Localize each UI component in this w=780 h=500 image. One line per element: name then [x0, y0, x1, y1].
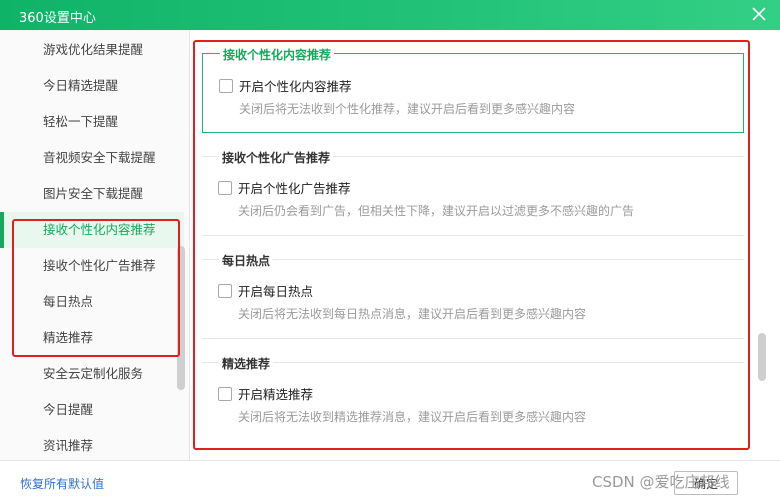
- sidebar-item-news[interactable]: 资讯推荐: [0, 428, 184, 464]
- settings-scrollbar[interactable]: [758, 333, 766, 381]
- section-daily-hot: 每日热点 开启每日热点 关闭后将无法收到每日热点消息，建议开启后看到更多感兴趣内…: [202, 252, 744, 339]
- checkbox-featured[interactable]: 开启精选推荐: [218, 384, 313, 403]
- section-description: 关闭后仍会看到广告，但相关性下降，建议开启以过滤更多不感兴趣的广告: [238, 204, 635, 218]
- checkbox-label[interactable]: 开启个性化广告推荐: [238, 178, 351, 197]
- settings-panel: 接收个性化内容推荐 开启个性化内容推荐 关闭后将无法收到个性化推荐，建议开启后看…: [196, 40, 750, 450]
- sidebar-item-featured[interactable]: 精选推荐: [0, 320, 184, 356]
- checkbox-box[interactable]: [219, 78, 233, 93]
- section-title: 接收个性化内容推荐: [220, 46, 335, 63]
- sidebar-item-image-download[interactable]: 图片安全下载提醒: [0, 176, 184, 212]
- sidebar-item-today-reminder[interactable]: 今日提醒: [0, 392, 184, 428]
- sidebar-item-personalized-ads[interactable]: 接收个性化广告推荐: [0, 248, 184, 284]
- footer: 恢复所有默认值 确定 CSDN @爱吃庄邦线: [0, 460, 780, 500]
- sidebar-item-av-download[interactable]: 音视频安全下载提醒: [0, 140, 184, 176]
- checkbox-label[interactable]: 开启个性化内容推荐: [239, 76, 352, 95]
- checkbox-daily-hot[interactable]: 开启每日热点: [218, 281, 313, 300]
- checkbox-personalized-content[interactable]: 开启个性化内容推荐: [219, 76, 352, 95]
- confirm-button[interactable]: 确定: [674, 471, 738, 495]
- checkbox-box[interactable]: [218, 283, 232, 298]
- checkbox-label[interactable]: 开启精选推荐: [238, 384, 313, 403]
- checkbox-personalized-ads[interactable]: 开启个性化广告推荐: [218, 178, 351, 197]
- section-title: 精选推荐: [219, 355, 274, 372]
- sidebar-item-personalized-content[interactable]: 接收个性化内容推荐: [0, 212, 184, 248]
- restore-defaults-link[interactable]: 恢复所有默认值: [20, 475, 104, 492]
- sidebar-item-daily-hot[interactable]: 每日热点: [0, 284, 184, 320]
- section-title: 接收个性化广告推荐: [219, 149, 334, 166]
- section-description: 关闭后将无法收到每日热点消息，建议开启后看到更多感兴趣内容: [238, 307, 587, 321]
- sidebar-item-relax-reminder[interactable]: 轻松一下提醒: [0, 104, 184, 140]
- sidebar-item-daily-picks-reminder[interactable]: 今日精选提醒: [0, 68, 184, 104]
- sidebar-scrollbar[interactable]: [177, 246, 185, 390]
- section-description: 关闭后将无法收到精选推荐消息，建议开启后看到更多感兴趣内容: [238, 410, 587, 424]
- checkbox-box[interactable]: [218, 180, 232, 195]
- section-featured: 精选推荐 开启精选推荐 关闭后将无法收到精选推荐消息，建议开启后看到更多感兴趣内…: [202, 355, 744, 442]
- close-icon[interactable]: [750, 5, 768, 23]
- section-title: 每日热点: [219, 252, 274, 269]
- section-description: 关闭后将无法收到个性化推荐，建议开启后看到更多感兴趣内容: [239, 102, 576, 116]
- sidebar-item-cloud-service[interactable]: 安全云定制化服务: [0, 356, 184, 392]
- section-personalized-ads: 接收个性化广告推荐 开启个性化广告推荐 关闭后仍会看到广告，但相关性下降，建议开…: [202, 149, 744, 236]
- title-bar: 360设置中心: [0, 0, 780, 30]
- checkbox-box[interactable]: [218, 386, 232, 401]
- window-title: 360设置中心: [19, 11, 96, 26]
- section-personalized-content: 接收个性化内容推荐 开启个性化内容推荐 关闭后将无法收到个性化推荐，建议开启后看…: [202, 46, 744, 133]
- checkbox-label[interactable]: 开启每日热点: [238, 281, 313, 300]
- sidebar-item-game-optimization[interactable]: 游戏优化结果提醒: [0, 32, 184, 68]
- sidebar: 游戏优化结果提醒 今日精选提醒 轻松一下提醒 音视频安全下载提醒 图片安全下载提…: [0, 30, 190, 460]
